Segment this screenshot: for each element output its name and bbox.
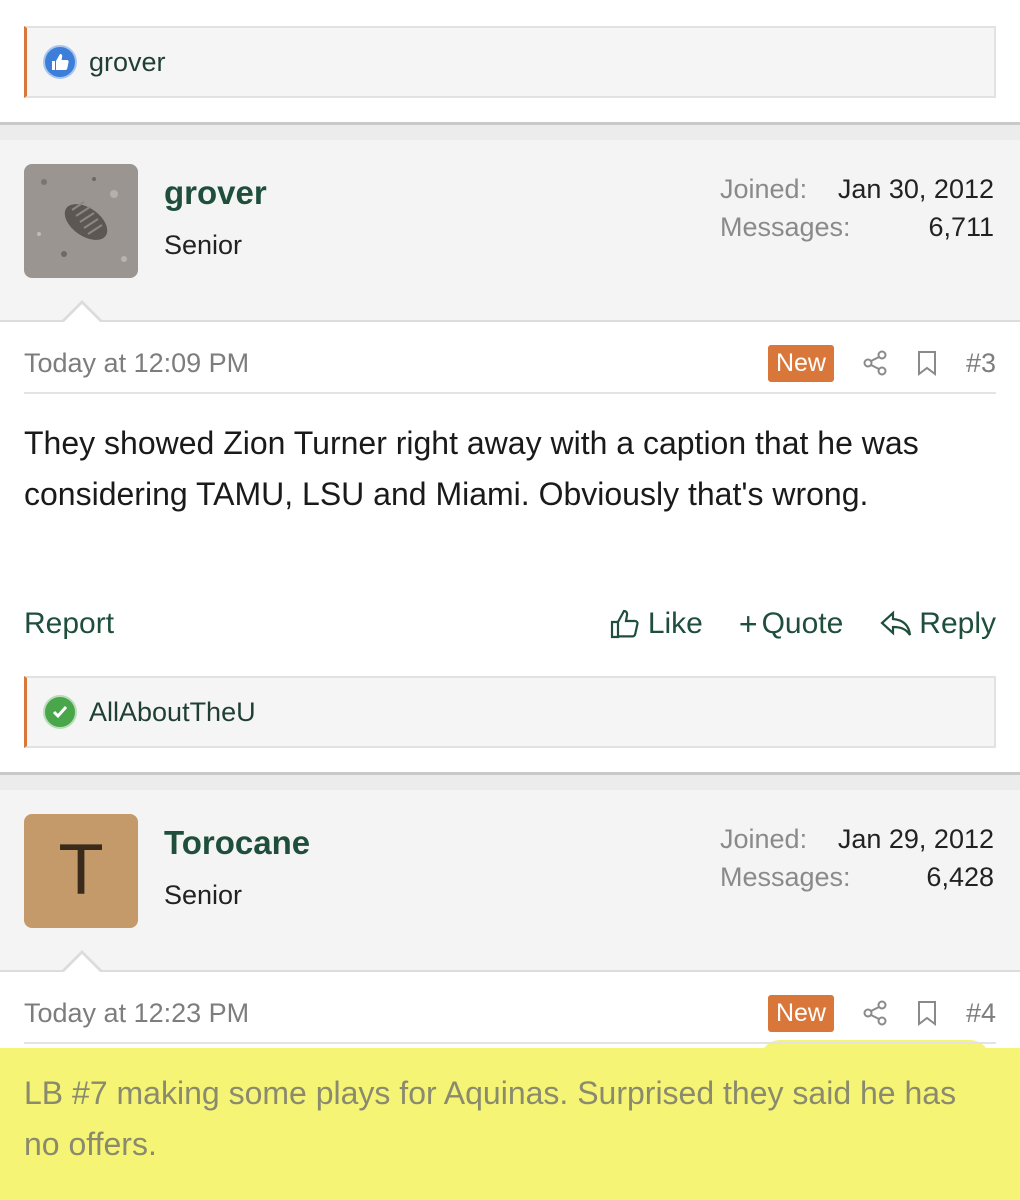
joined-label: Joined: <box>720 824 808 854</box>
messages-value: 6,711 <box>928 212 994 242</box>
post-number[interactable]: #3 <box>966 348 996 379</box>
user-stats: Joined: Jan 29, 2012 Messages: 6,428 <box>720 824 994 900</box>
post-date[interactable]: Today at 12:09 PM <box>24 348 768 379</box>
share-icon[interactable] <box>862 350 888 376</box>
username[interactable]: grover <box>164 174 267 212</box>
like-label: Like <box>647 607 703 640</box>
arrow-pointer-fill <box>64 954 100 972</box>
post-header: Today at 12:09 PM New #3 <box>24 334 996 394</box>
reaction-user[interactable]: grover <box>89 47 166 78</box>
quote-label: Quote <box>761 607 844 640</box>
plus-icon: + <box>738 605 758 642</box>
post-number[interactable]: #4 <box>966 998 996 1029</box>
like-button[interactable]: Like <box>608 607 703 641</box>
new-badge: New <box>767 994 834 1032</box>
user-title: Senior <box>164 880 243 910</box>
messages-label: Messages: <box>720 862 851 892</box>
arrow-pointer-fill <box>64 304 100 322</box>
new-badge: New <box>767 344 834 382</box>
avatar[interactable]: T <box>24 814 138 928</box>
reply-icon <box>880 610 912 636</box>
avatar[interactable] <box>24 164 138 278</box>
post-body: LB #7 making some plays for Aquinas. Sur… <box>24 1075 957 1162</box>
post-separator <box>0 122 1020 140</box>
post-separator <box>0 772 1020 790</box>
reaction-user[interactable]: AllAboutTheU <box>89 697 256 728</box>
quote-button[interactable]: + Quote <box>739 606 843 643</box>
reply-button[interactable]: Reply <box>879 607 996 641</box>
thumbs-up-outline-icon <box>610 609 639 639</box>
reaction-bar[interactable]: AllAboutTheU <box>24 676 996 748</box>
user-block: grover Senior Joined: Jan 30, 2012 Messag… <box>0 140 1020 322</box>
joined-value: Jan 29, 2012 <box>837 824 994 854</box>
avatar-letter: T <box>60 831 102 911</box>
thumbs-up-icon <box>43 45 77 79</box>
post-actions: Report Like + Quote Reply <box>24 602 996 646</box>
user-title: Senior <box>164 230 243 260</box>
bookmark-icon[interactable] <box>916 350 938 376</box>
messages-value: 6,428 <box>926 862 994 892</box>
report-link[interactable]: Report <box>24 607 572 641</box>
post-date[interactable]: Today at 12:23 PM <box>24 998 768 1029</box>
user-stats: Joined: Jan 30, 2012 Messages: 6,711 <box>720 174 994 250</box>
joined-value: Jan 30, 2012 <box>837 174 994 204</box>
post-header: Today at 12:23 PM New #4 <box>24 984 996 1044</box>
joined-label: Joined: <box>720 174 808 204</box>
check-circle-icon <box>43 695 77 729</box>
messages-label: Messages: <box>720 212 851 242</box>
bookmark-icon[interactable] <box>916 1000 938 1026</box>
username[interactable]: Torocane <box>164 824 310 862</box>
share-icon[interactable] <box>862 1000 888 1026</box>
reaction-bar[interactable]: grover <box>24 26 996 98</box>
user-block: T Torocane Senior Joined: Jan 29, 2012 Me… <box>0 790 1020 972</box>
post-body: They showed Zion Turner right away with … <box>24 425 919 512</box>
reply-label: Reply <box>919 607 996 640</box>
